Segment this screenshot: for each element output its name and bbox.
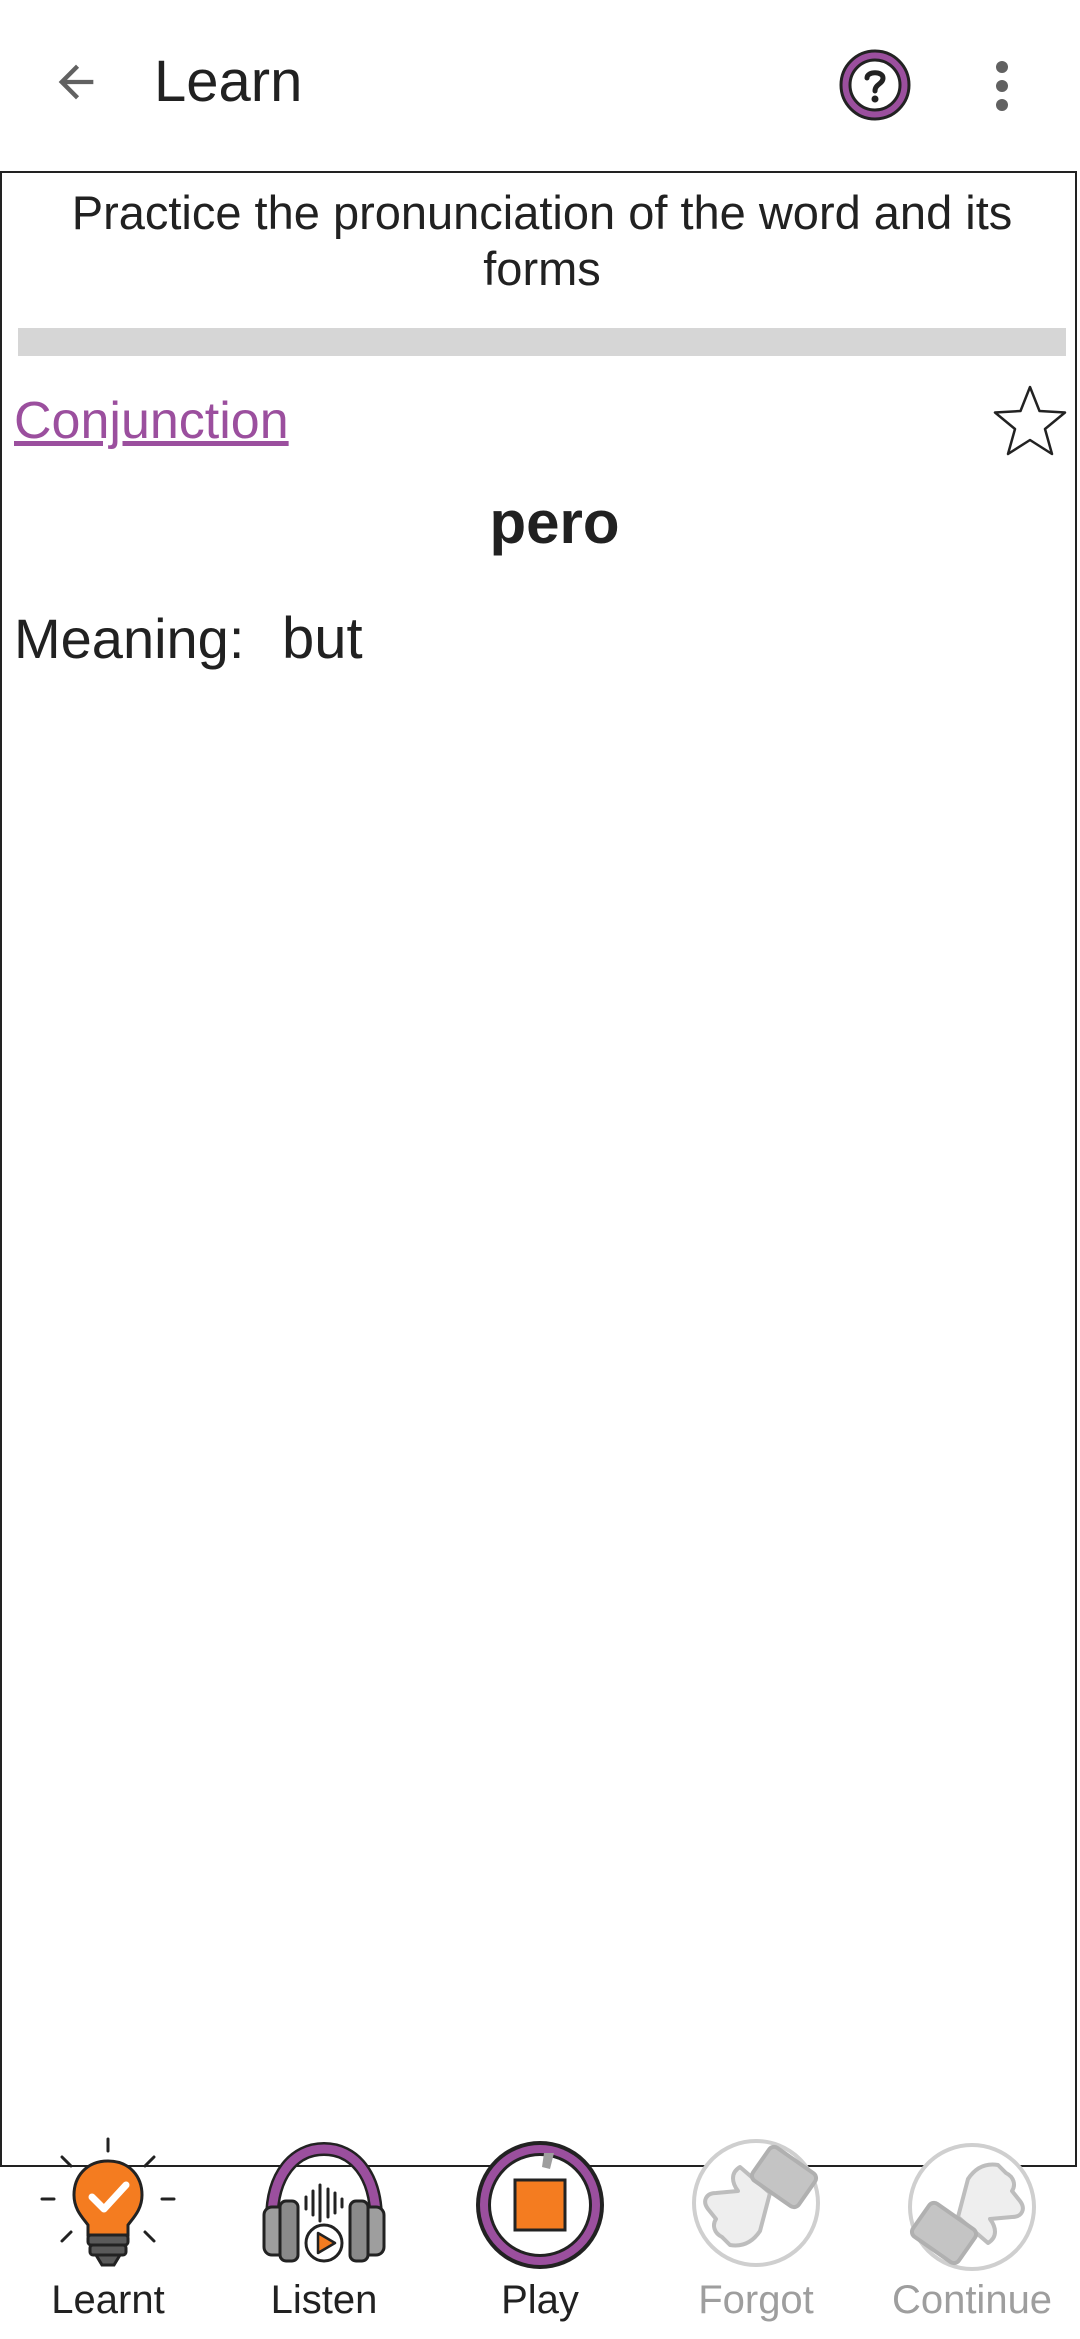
lightbulb-check-icon <box>40 2137 176 2267</box>
continue-button[interactable]: Continue <box>866 2129 1066 2339</box>
listen-label: Listen <box>270 2278 378 2322</box>
meaning-value: but <box>282 606 363 671</box>
arrow-left-icon <box>58 64 94 100</box>
app-bar: Learn <box>0 0 1080 170</box>
learn-card: Practice the pronunciation of the word a… <box>0 171 1077 2322</box>
part-of-speech-link[interactable]: Conjunction <box>14 389 289 453</box>
back-button[interactable] <box>36 42 116 122</box>
listen-button[interactable]: Listen <box>218 2129 418 2339</box>
question-circle-icon <box>839 49 911 121</box>
more-vertical-icon <box>996 61 1008 111</box>
help-button[interactable] <box>836 46 914 124</box>
learnt-label: Learnt <box>51 2278 165 2322</box>
page-title: Learn <box>154 49 303 114</box>
instruction-text: Practice the pronunciation of the word a… <box>71 186 1013 295</box>
learnt-button[interactable]: Learnt <box>2 2129 202 2339</box>
play-label: Play <box>501 2278 579 2322</box>
word-text: pero <box>489 489 620 556</box>
continue-label: Continue <box>891 2278 1053 2322</box>
favorite-button[interactable] <box>990 381 1070 461</box>
action-bar: Learnt Listen Play Forgot Continue <box>2 2129 1079 2339</box>
headphones-play-icon <box>262 2141 386 2263</box>
more-options-button[interactable] <box>962 46 1042 126</box>
thumbs-up-icon <box>908 2143 1036 2271</box>
forgot-label: Forgot <box>698 2278 814 2322</box>
meaning-label: Meaning: <box>14 607 245 670</box>
thumbs-down-icon <box>692 2139 820 2267</box>
progress-bar <box>18 328 1066 356</box>
star-outline-icon <box>993 385 1067 456</box>
forgot-button[interactable]: Forgot <box>650 2129 850 2339</box>
play-button[interactable]: Play <box>434 2129 634 2339</box>
stop-record-icon <box>476 2141 604 2269</box>
